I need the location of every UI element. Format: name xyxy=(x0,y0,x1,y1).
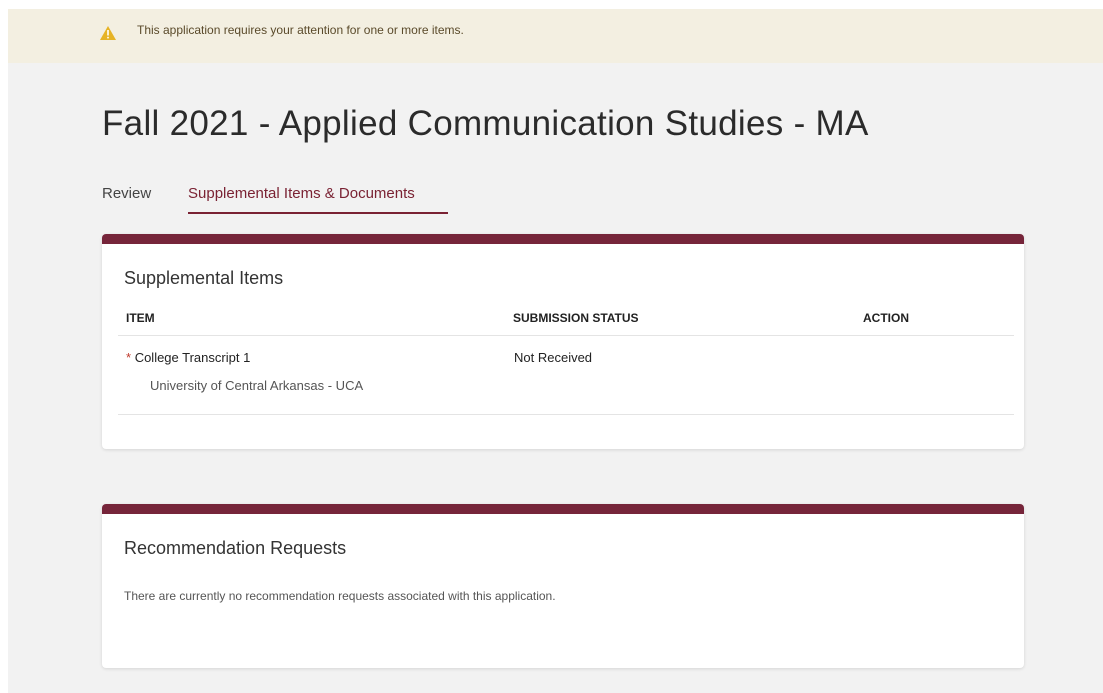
tab-review[interactable]: Review xyxy=(102,185,151,202)
active-tab-indicator xyxy=(188,212,448,214)
submission-status: Not Received xyxy=(514,350,593,365)
attention-alert: This application requires your attention… xyxy=(8,9,1103,63)
column-action: ACTION xyxy=(863,311,909,325)
card-accent-bar xyxy=(102,504,1024,514)
table-row: * College Transcript 1 University of Cen… xyxy=(118,336,1014,415)
column-submission-status: SUBMISSION STATUS xyxy=(513,311,639,325)
empty-state-message: There are currently no recommendation re… xyxy=(124,589,556,603)
item-name: * College Transcript 1 xyxy=(126,350,250,365)
supplemental-items-card: Supplemental Items ITEM SUBMISSION STATU… xyxy=(102,234,1024,449)
tab-supplemental-items-documents[interactable]: Supplemental Items & Documents xyxy=(188,185,415,202)
column-item: ITEM xyxy=(126,311,155,325)
item-institution: University of Central Arkansas - UCA xyxy=(150,378,364,393)
application-page: This application requires your attention… xyxy=(8,9,1103,693)
card-accent-bar xyxy=(102,234,1024,244)
recommendation-requests-card: Recommendation Requests There are curren… xyxy=(102,504,1024,668)
alert-message: This application requires your attention… xyxy=(137,23,464,37)
item-label: College Transcript 1 xyxy=(134,350,251,365)
page-title: Fall 2021 - Applied Communication Studie… xyxy=(102,104,869,143)
card-title: Supplemental Items xyxy=(124,268,284,288)
table-header: ITEM SUBMISSION STATUS ACTION xyxy=(118,311,1014,336)
required-marker: * xyxy=(126,350,132,365)
card-title: Recommendation Requests xyxy=(124,538,347,558)
warning-icon xyxy=(100,26,116,40)
